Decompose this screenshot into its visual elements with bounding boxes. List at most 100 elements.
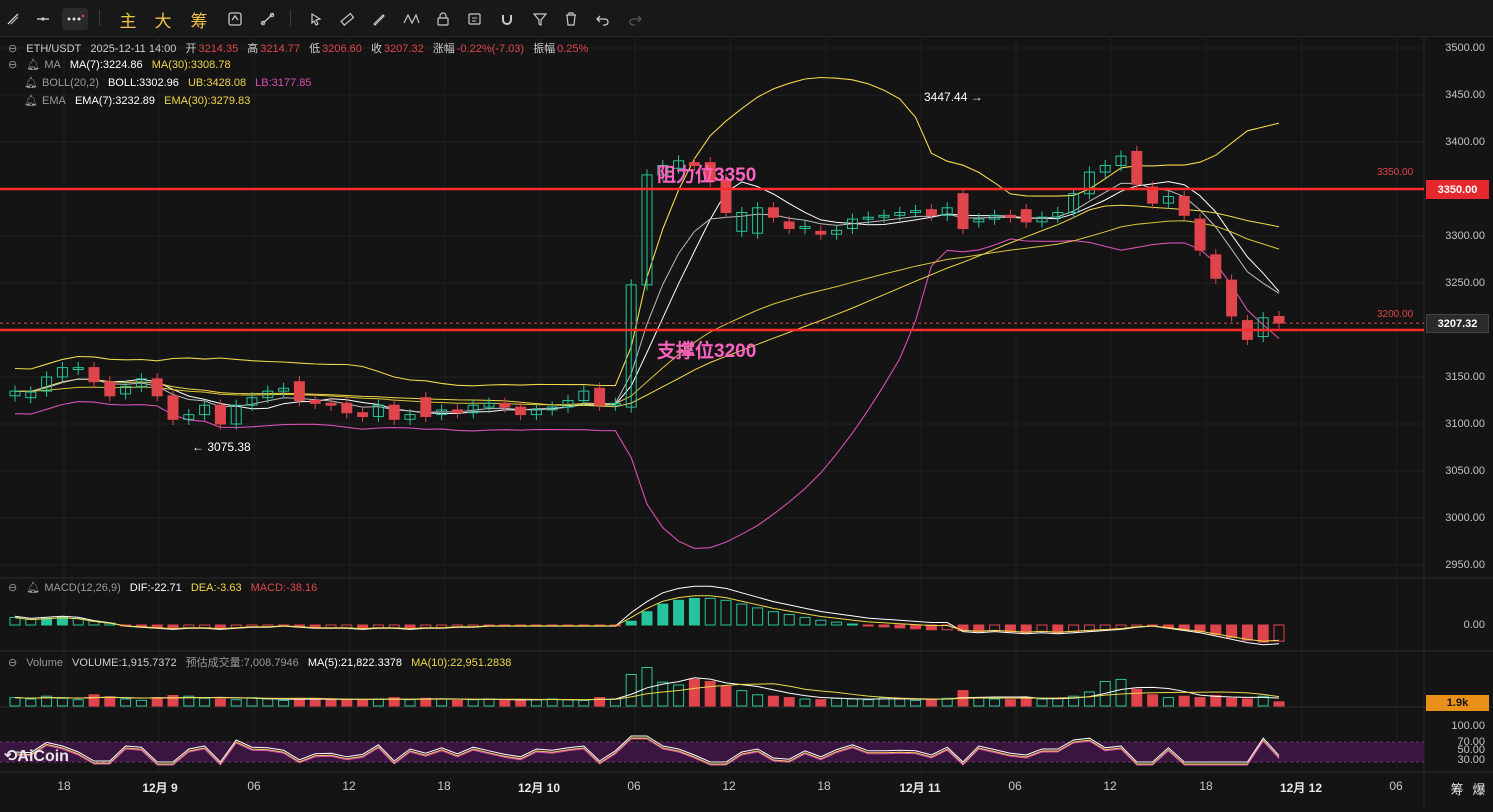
- volume-bar: [673, 684, 685, 707]
- price-axis-label: 3450.00: [1445, 89, 1485, 101]
- logo-icon: ⟲: [4, 748, 18, 765]
- macd-histogram-bar: [799, 616, 811, 626]
- macd-histogram-bar: [657, 603, 669, 626]
- macd-dea-value: DEA:-3.63: [190, 582, 242, 594]
- macd-histogram-bar: [1020, 624, 1032, 634]
- candle-body: [815, 230, 827, 235]
- candle-body: [925, 209, 937, 216]
- macd-histogram-bar: [673, 599, 685, 626]
- volume-ma5-value: MA(5):21,822.3378: [307, 657, 403, 669]
- low-label: 低: [309, 43, 321, 55]
- resistance-annotation[interactable]: 阻力位3350: [657, 160, 756, 187]
- volume-bar: [1162, 697, 1174, 707]
- volume-bar: [483, 698, 495, 707]
- volume-indicator-row[interactable]: ⊖ Volume VOLUME:1,915.7372 预估成交量:7,008.7…: [8, 654, 517, 670]
- diagonal-line-icon[interactable]: [2, 8, 24, 30]
- price-axis-label: 3050.00: [1445, 465, 1485, 477]
- collapse-icon[interactable]: ⊖: [8, 59, 17, 71]
- resistance-line-price: 3350.00: [1377, 167, 1414, 178]
- redo-icon[interactable]: [624, 8, 646, 30]
- toolbar-divider: [99, 10, 100, 26]
- brush-icon[interactable]: [368, 8, 390, 30]
- bell-icon[interactable]: 🔔︎: [26, 59, 40, 71]
- volume-bar: [1147, 694, 1159, 707]
- volume-bar: [720, 685, 732, 707]
- bell-icon[interactable]: 🔔︎: [24, 77, 38, 89]
- volume-bar: [736, 690, 748, 707]
- volume-bar: [499, 699, 511, 707]
- macd-histogram-bar: [1241, 624, 1253, 641]
- volume-bar: [752, 694, 764, 707]
- magnet-icon[interactable]: [496, 8, 518, 30]
- sync-icon[interactable]: [224, 8, 246, 30]
- candle-body: [214, 404, 226, 425]
- candle-body: [1273, 316, 1285, 324]
- lock-icon[interactable]: [432, 8, 454, 30]
- undo-icon[interactable]: [592, 8, 614, 30]
- macd-histogram-bar: [688, 597, 700, 626]
- ema-name: EMA: [42, 95, 66, 107]
- ema-indicator-row[interactable]: 🔔︎ EMA EMA(7):3232.89 EMA(30):3279.83: [24, 94, 256, 107]
- candle-body: [499, 402, 511, 408]
- collapse-icon[interactable]: ⊖: [8, 657, 17, 669]
- volume-bar: [767, 695, 779, 707]
- chart-area[interactable]: [0, 37, 1493, 807]
- macd-histogram-bar: [1052, 624, 1064, 634]
- volume-ma10-value: MA(10):22,951.2838: [411, 657, 512, 669]
- resistance-price-tag[interactable]: 3350.00: [1426, 180, 1489, 199]
- bell-icon[interactable]: 🔔︎: [26, 582, 40, 594]
- macd-histogram-bar: [25, 618, 37, 626]
- horizontal-line-icon[interactable]: [32, 8, 54, 30]
- open-value: 3214.35: [198, 43, 239, 55]
- macd-axis-label: 0.00: [1463, 619, 1485, 631]
- chip-button[interactable]: 筹: [1450, 779, 1463, 798]
- macd-histogram-bar: [989, 624, 1001, 632]
- liquidation-button[interactable]: 爆: [1472, 779, 1485, 798]
- volume-bar: [1052, 697, 1064, 707]
- rsi-axis-label: 100.00: [1451, 720, 1485, 732]
- datetime-label: 2025-12-11 14:00: [90, 43, 177, 55]
- ruler-line-icon[interactable]: [336, 8, 358, 30]
- volume-bar: [151, 697, 163, 707]
- cursor-icon[interactable]: [305, 8, 327, 30]
- large-order-button[interactable]: 大: [152, 8, 174, 31]
- volume-bar: [88, 694, 100, 707]
- ma30-value: MA(30):3308.78: [151, 59, 231, 71]
- trash-icon[interactable]: [560, 8, 582, 30]
- high-label: 高: [247, 43, 259, 55]
- low-value: 3206.60: [322, 43, 362, 55]
- trend-tool-icon[interactable]: [257, 8, 279, 30]
- filter-icon[interactable]: [529, 8, 551, 30]
- edit-icon[interactable]: [464, 8, 486, 30]
- chip-distribution-button[interactable]: 筹: [188, 8, 210, 31]
- volume-bar: [230, 699, 242, 707]
- volume-bar: [688, 678, 700, 707]
- main-chart-button[interactable]: 主: [117, 8, 139, 31]
- current-price-tag[interactable]: 3207.32: [1426, 314, 1489, 333]
- candlestick-chart[interactable]: [0, 37, 1493, 807]
- ma-indicator-row[interactable]: ⊖ 🔔︎ MA MA(7):3224.86 MA(30):3308.78: [8, 58, 237, 71]
- volume-bar: [372, 698, 384, 707]
- time-axis-date: 12月 11: [899, 781, 941, 795]
- time-axis-label: 12: [722, 779, 736, 793]
- volume-bar: [799, 698, 811, 707]
- candle-body: [767, 207, 779, 218]
- volume-bar: [910, 699, 922, 707]
- amplitude-value: 0.25%: [557, 43, 589, 55]
- candle-body: [515, 406, 527, 416]
- collapse-icon[interactable]: ⊖: [8, 43, 17, 55]
- volume-bar: [1194, 697, 1206, 707]
- macd-indicator-row[interactable]: ⊖ 🔔︎ MACD(12,26,9) DIF:-22.71 DEA:-3.63 …: [8, 581, 323, 594]
- boll-name: BOLL(20,2): [42, 77, 99, 89]
- macd-histogram-bar: [910, 624, 922, 630]
- candle-body: [1226, 279, 1238, 317]
- high-value: 3214.77: [260, 43, 301, 55]
- pattern-icon[interactable]: [400, 8, 422, 30]
- boll-indicator-row[interactable]: 🔔︎ BOLL(20,2) BOLL:3302.96 UB:3428.08 LB…: [24, 76, 317, 89]
- support-annotation[interactable]: 支撑位3200: [657, 336, 756, 363]
- collapse-icon[interactable]: ⊖: [8, 582, 17, 594]
- candle-body: [783, 221, 795, 229]
- bell-icon[interactable]: 🔔︎: [24, 95, 38, 107]
- more-icon[interactable]: [62, 8, 88, 30]
- close-label: 收: [370, 43, 382, 55]
